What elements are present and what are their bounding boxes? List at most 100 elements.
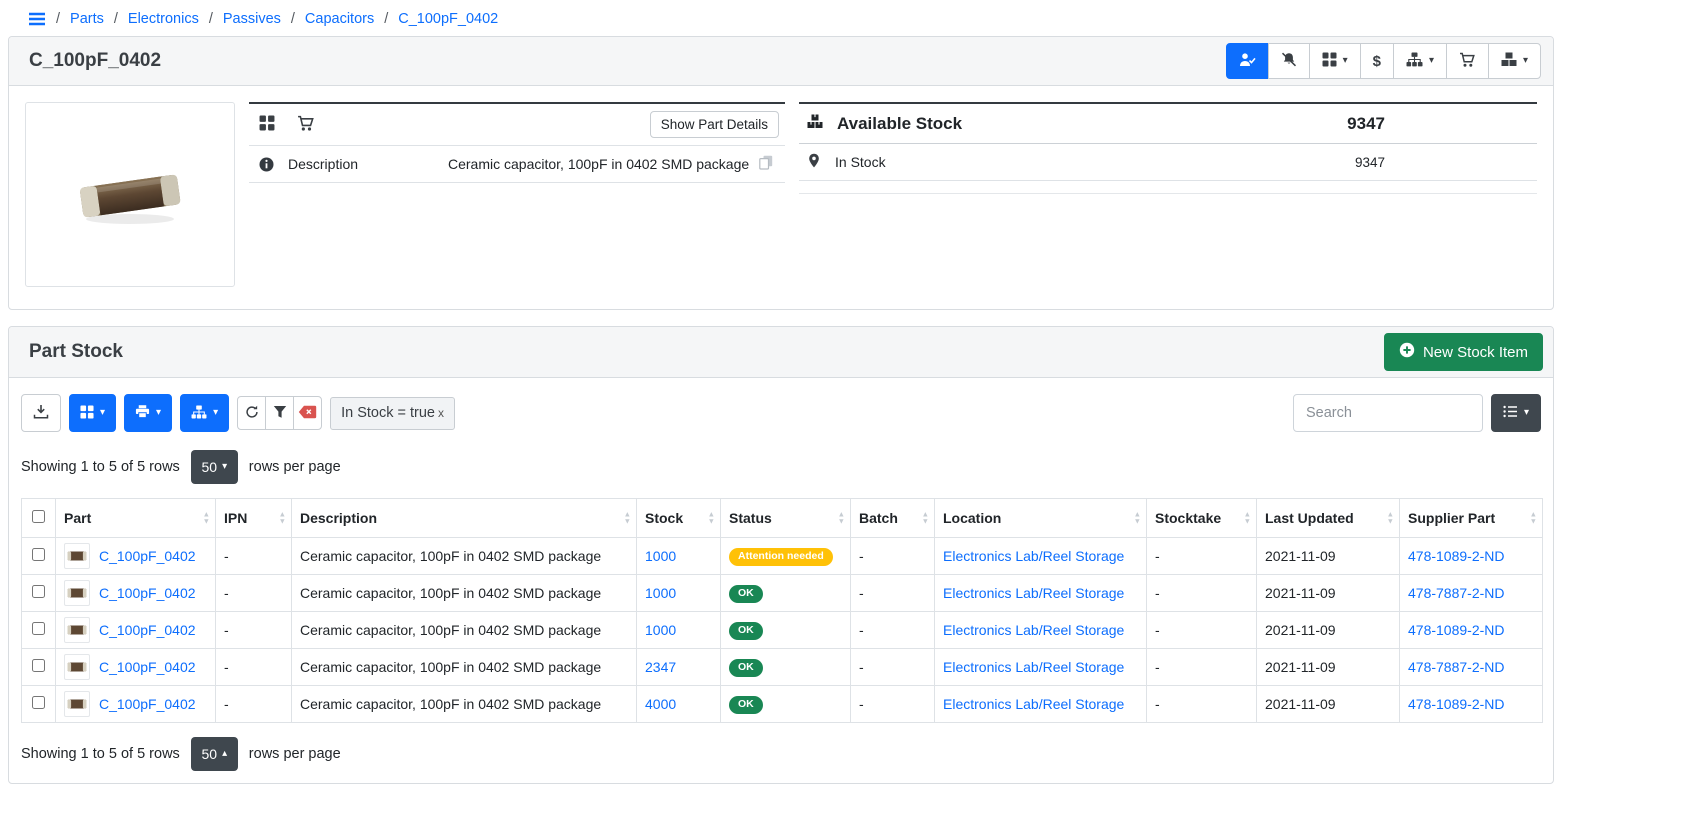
column-header-part[interactable]: Part▲▼: [56, 499, 216, 538]
stock-link[interactable]: 1000: [645, 548, 676, 564]
part-thumbnail[interactable]: [64, 654, 90, 680]
row-checkbox-cell[interactable]: [22, 649, 56, 686]
sort-icon: ▲▼: [1530, 512, 1537, 525]
copy-icon[interactable]: [757, 155, 775, 173]
filter-button[interactable]: [265, 396, 294, 430]
sitemap-icon: [1406, 52, 1423, 70]
part-link[interactable]: C_100pF_0402: [99, 696, 196, 712]
page-size-dropdown[interactable]: 50 ▾: [191, 450, 238, 484]
row-checkbox[interactable]: [32, 548, 45, 561]
breadcrumb-link[interactable]: Capacitors: [305, 11, 374, 27]
location-link[interactable]: Electronics Lab/Reel Storage: [943, 585, 1124, 601]
stock-link[interactable]: 2347: [645, 659, 676, 675]
location-link[interactable]: Electronics Lab/Reel Storage: [943, 696, 1124, 712]
refresh-icon: [245, 405, 259, 422]
part-link[interactable]: C_100pF_0402: [99, 548, 196, 564]
breadcrumb-link[interactable]: Passives: [223, 11, 281, 27]
stock-link[interactable]: 1000: [645, 622, 676, 638]
batch-cell: -: [851, 538, 935, 575]
barcode-dropdown-button[interactable]: ▾: [69, 394, 116, 432]
row-checkbox-cell[interactable]: [22, 612, 56, 649]
column-header-supplier-part[interactable]: Supplier Part▲▼: [1400, 499, 1543, 538]
part-link[interactable]: C_100pF_0402: [99, 585, 196, 601]
clear-filters-button[interactable]: [293, 396, 322, 430]
supplier-part-link[interactable]: 478-1089-2-ND: [1408, 622, 1505, 638]
show-part-details-button[interactable]: Show Part Details: [650, 111, 779, 138]
sort-icon: ▲▼: [624, 512, 631, 525]
bell-slash-icon: [1281, 52, 1297, 70]
row-checkbox-cell[interactable]: [22, 538, 56, 575]
remove-filter-icon[interactable]: x: [438, 406, 444, 420]
part-link[interactable]: C_100pF_0402: [99, 659, 196, 675]
supplier-part-link[interactable]: 478-1089-2-ND: [1408, 696, 1505, 712]
refresh-button[interactable]: [237, 396, 266, 430]
location-link[interactable]: Electronics Lab/Reel Storage: [943, 622, 1124, 638]
part-link[interactable]: C_100pF_0402: [99, 622, 196, 638]
status-badge: Attention needed: [729, 548, 833, 566]
column-header-batch[interactable]: Batch▲▼: [851, 499, 935, 538]
row-checkbox[interactable]: [32, 659, 45, 672]
supplier-part-cell: 478-7887-2-ND: [1400, 649, 1543, 686]
row-checkbox[interactable]: [32, 585, 45, 598]
column-header-description[interactable]: Description▲▼: [292, 499, 637, 538]
column-header-location[interactable]: Location▲▼: [935, 499, 1147, 538]
divider: [799, 181, 1537, 194]
supplier-part-link[interactable]: 478-7887-2-ND: [1408, 585, 1505, 601]
new-stock-item-button[interactable]: New Stock Item: [1384, 333, 1543, 371]
part-details-toolbar: Show Part Details: [249, 102, 785, 146]
stock-link[interactable]: 1000: [645, 585, 676, 601]
view-toggle-dropdown[interactable]: ▾: [1491, 394, 1541, 432]
part-thumbnail[interactable]: [64, 617, 90, 643]
row-checkbox[interactable]: [32, 696, 45, 709]
column-header-stocktake[interactable]: Stocktake▲▼: [1147, 499, 1257, 538]
breadcrumb-link[interactable]: Parts: [70, 11, 104, 27]
page-size-dropdown[interactable]: 50 ▴: [191, 737, 238, 771]
breadcrumb-item: /Capacitors: [291, 11, 374, 27]
part-details-table: Show Part Details Description Ceramic ca…: [249, 102, 785, 183]
notifications-off-button[interactable]: [1268, 43, 1310, 79]
subscribe-button[interactable]: [1226, 43, 1269, 79]
row-checkbox-cell[interactable]: [22, 686, 56, 723]
column-header-status[interactable]: Status▲▼: [721, 499, 851, 538]
purchase-button[interactable]: [1446, 43, 1489, 79]
supplier-part-link[interactable]: 478-1089-2-ND: [1408, 548, 1505, 564]
select-all-checkbox[interactable]: [32, 510, 45, 523]
available-stock-label: Available Stock: [837, 114, 962, 134]
search-input[interactable]: [1293, 394, 1483, 432]
grid-icon[interactable]: [259, 115, 275, 134]
location-link[interactable]: Electronics Lab/Reel Storage: [943, 659, 1124, 675]
select-all-cell[interactable]: [22, 499, 56, 538]
status-cell: OK: [721, 686, 851, 723]
rows-per-page-label: rows per page: [249, 459, 341, 475]
column-header-stock[interactable]: Stock▲▼: [637, 499, 721, 538]
stocktake-cell: -: [1147, 575, 1257, 612]
breadcrumb-link[interactable]: Electronics: [128, 11, 199, 27]
part-thumbnail[interactable]: [64, 543, 90, 569]
location-link[interactable]: Electronics Lab/Reel Storage: [943, 548, 1124, 564]
plus-circle-icon: [1399, 342, 1415, 362]
supplier-part-link[interactable]: 478-7887-2-ND: [1408, 659, 1505, 675]
stock-actions-dropdown[interactable]: ▾: [1393, 43, 1447, 79]
menu-icon[interactable]: [28, 12, 46, 26]
breadcrumb-separator: /: [384, 11, 388, 27]
export-button[interactable]: [21, 394, 61, 432]
column-header-last-updated[interactable]: Last Updated▲▼: [1257, 499, 1400, 538]
part-thumbnail[interactable]: [64, 580, 90, 606]
in-stock-row: In Stock 9347: [799, 144, 1537, 181]
pagination-bottom: Showing 1 to 5 of 5 rows 50 ▴ rows per p…: [9, 723, 1553, 783]
row-checkbox-cell[interactable]: [22, 575, 56, 612]
part-image[interactable]: [25, 102, 235, 287]
active-filter-tag[interactable]: In Stock = true x: [330, 397, 455, 430]
part-thumbnail[interactable]: [64, 691, 90, 717]
row-checkbox[interactable]: [32, 622, 45, 635]
breadcrumb-link[interactable]: C_100pF_0402: [398, 11, 498, 27]
print-dropdown-button[interactable]: ▾: [124, 394, 172, 432]
cart-icon[interactable]: [297, 115, 315, 135]
stock-link[interactable]: 4000: [645, 696, 676, 712]
pricing-button[interactable]: $: [1360, 43, 1394, 79]
barcode-actions-dropdown[interactable]: ▾: [1309, 43, 1361, 79]
column-header-ipn[interactable]: IPN▲▼: [216, 499, 292, 538]
stock-options-dropdown-button[interactable]: ▾: [180, 394, 229, 432]
part-actions-dropdown[interactable]: ▾: [1488, 43, 1541, 79]
details-icons: [259, 115, 315, 135]
